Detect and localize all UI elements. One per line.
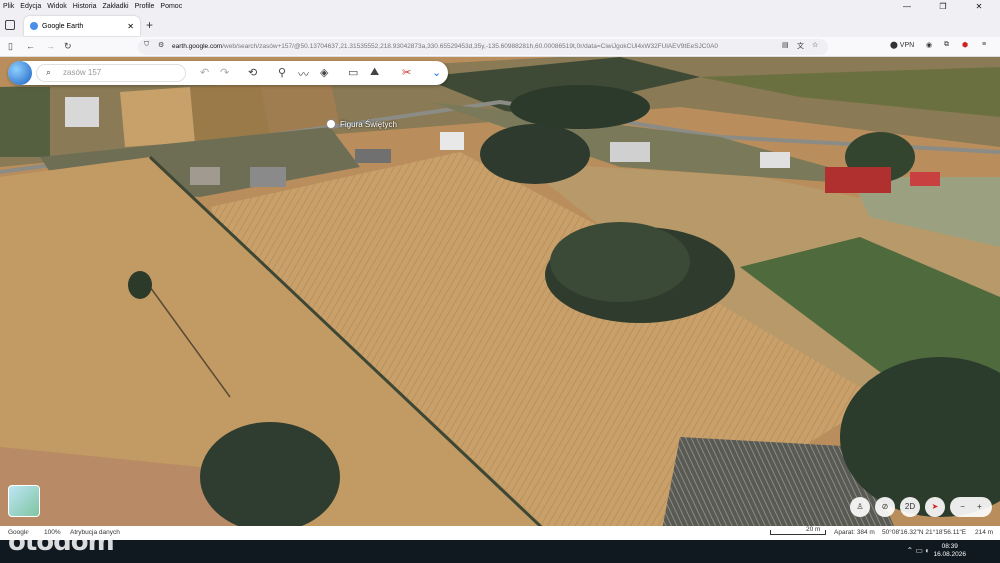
tab-list-icon[interactable]	[5, 20, 15, 30]
tab-bar: Google Earth ✕ +	[0, 13, 1000, 37]
path-icon[interactable]: 〰	[298, 66, 309, 82]
close-window-icon[interactable]: ✕	[964, 0, 994, 13]
tools-icon[interactable]: ✂	[402, 66, 411, 79]
sidebar-toggle-icon[interactable]: ▯	[8, 41, 13, 52]
camera-altitude: Aparat: 384 m	[834, 529, 875, 536]
clock-time: 08:39	[941, 543, 958, 550]
aerial-imagery	[0, 57, 1000, 540]
placemark-icon[interactable]: ⚲	[278, 66, 286, 79]
menu-help[interactable]: Pomoc	[160, 3, 182, 10]
undo-icon[interactable]: ↶	[200, 66, 209, 79]
layers-icon[interactable]: ◈	[320, 66, 328, 79]
menu-view[interactable]: Widok	[47, 3, 66, 10]
reload-icon[interactable]: ↻	[64, 41, 72, 52]
menu-profiles[interactable]: Profile	[135, 3, 155, 10]
url-host: earth.google.com	[172, 43, 223, 50]
place-label-text: Figura Świętych	[340, 119, 397, 129]
google-earth-favicon-icon	[30, 22, 38, 30]
tab-title: Google Earth	[42, 22, 84, 30]
bookmark-star-icon[interactable]: ☆	[812, 41, 818, 49]
search-input[interactable]: zasów 157	[36, 64, 186, 82]
menu-bar: Plik Edycja Widok Historia Zakładki Prof…	[0, 0, 1000, 13]
reader-view-icon[interactable]: ▤	[782, 41, 789, 49]
tab-google-earth[interactable]: Google Earth ✕	[24, 16, 140, 36]
wallet-icon[interactable]: ◉	[926, 41, 932, 49]
menu-edit[interactable]: Edycja	[20, 3, 41, 10]
close-tab-icon[interactable]: ✕	[127, 22, 134, 31]
site-permissions-icon[interactable]: ⚙	[158, 41, 164, 49]
historical-imagery-icon[interactable]: ⟲	[248, 66, 257, 79]
clock-date: 16.08.2026	[933, 551, 966, 558]
redo-icon[interactable]: ↷	[220, 66, 229, 79]
tray-chevron-icon[interactable]: ⌃ ▭ ◐	[906, 546, 930, 555]
extensions-icon[interactable]: ⧉	[944, 41, 949, 49]
place-label[interactable]: Figura Świętych	[326, 119, 397, 129]
measure-icon[interactable]: ▭	[348, 66, 358, 79]
menu-history[interactable]: Historia	[73, 3, 97, 10]
elevation: 214 m	[975, 529, 994, 536]
zoom-in-button[interactable]: +	[977, 502, 982, 511]
coordinates: 50°08'16.32"N 21°18'56.11"E	[882, 529, 967, 536]
new-tab-icon[interactable]: +	[146, 18, 153, 32]
zoom-control: − +	[950, 497, 992, 517]
shield-badge-icon[interactable]: ⬢	[962, 41, 968, 49]
menu-file[interactable]: Plik	[3, 3, 14, 10]
translate-icon[interactable]: 文	[797, 41, 804, 51]
otodom-watermark: otodom	[8, 527, 115, 557]
earth-toolbar: ⌕ zasów 157 ↶ ↷ ⟲ ⚲ 〰 ◈ ▭ ⛰ ✂ ⌄	[8, 61, 448, 85]
url-path: /web/search/zasów+157/@50.13704637,21.31…	[222, 43, 719, 50]
search-icon: ⌕	[46, 67, 52, 77]
map-style-button[interactable]	[8, 485, 40, 517]
status-bar: Google 100% Atrybucja danych 20 m Aparat…	[0, 526, 1000, 540]
chevron-down-icon[interactable]: ⌄	[432, 66, 441, 79]
place-pin-icon	[326, 119, 336, 129]
window-controls: — ❐ ✕	[892, 0, 1000, 13]
navigation-bar: ▯ ← → ↻ earth.google.com/web/search/zasó…	[0, 37, 1000, 57]
view-2d-button[interactable]: 2D	[900, 497, 920, 517]
forward-icon[interactable]: →	[46, 41, 55, 51]
zoom-out-button[interactable]: −	[960, 502, 965, 511]
google-earth-logo-icon[interactable]	[8, 61, 32, 85]
menu-bookmarks[interactable]: Zakładki	[102, 3, 128, 10]
minimize-icon[interactable]: —	[892, 0, 922, 13]
taskbar-clock[interactable]: 08:39 16.08.2026	[933, 543, 966, 559]
no-3d-icon[interactable]: ⊘	[875, 497, 895, 517]
menu-icon[interactable]: ≡	[982, 41, 986, 48]
shield-icon[interactable]: ⛉	[144, 41, 149, 49]
scale-label: 20 m	[806, 526, 821, 533]
back-icon[interactable]: ←	[26, 41, 35, 51]
vpn-label: VPN	[899, 42, 915, 49]
image-icon[interactable]: ⛰	[370, 66, 379, 79]
restore-icon[interactable]: ❐	[928, 0, 958, 13]
pegman-icon[interactable]: ♙	[850, 497, 870, 517]
earth-map-view[interactable]: ⌕ zasów 157 ↶ ↷ ⟲ ⚲ 〰 ◈ ▭ ⛰ ✂ ⌄ Figura Ś…	[0, 57, 1000, 540]
compass-icon[interactable]: ➤	[925, 497, 945, 517]
address-bar[interactable]: earth.google.com/web/search/zasów+157/@5…	[138, 39, 828, 55]
vpn-button[interactable]: ⬤ VPN	[890, 41, 914, 49]
taskbar: ⌃ ▭ ◐ 08:39 16.08.2026	[0, 540, 1000, 563]
